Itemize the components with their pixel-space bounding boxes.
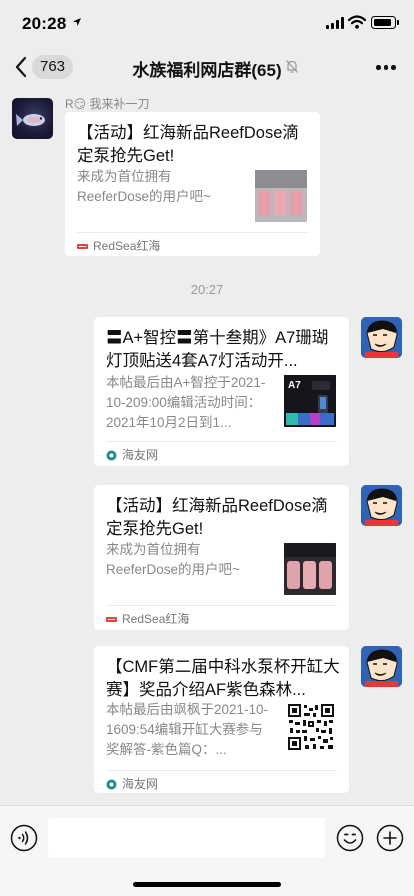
redsea-logo-icon	[106, 612, 117, 623]
time-divider: 20:27	[190, 282, 224, 297]
card-description: 本帖最后由飒枫于2021-10-1609:54编辑开缸大赛参与奖解答-紫色篇Q：…	[106, 702, 269, 757]
wifi-icon	[347, 15, 367, 29]
my-avatar[interactable]	[361, 317, 402, 358]
card-divider	[106, 441, 337, 442]
card-title: 【活动】红海新品ReefDose滴定泵抢先Get!	[77, 124, 299, 165]
sender-avatar[interactable]	[12, 98, 53, 139]
home-indicator	[133, 882, 281, 887]
message-input[interactable]	[48, 818, 325, 858]
card-source: RedSea红海	[122, 612, 190, 626]
bell-off-icon	[285, 59, 299, 74]
status-bar: 20:28	[0, 0, 414, 46]
card-thumbnail: A7	[284, 375, 336, 427]
card-source: 海友网	[122, 777, 159, 791]
link-card[interactable]: 〓A+智控〓第十叁期》A7珊瑚灯顶贴送4套A7灯活动开... 本帖最后由A+智控…	[94, 317, 349, 466]
my-avatar[interactable]	[361, 646, 402, 687]
cellular-signal-icon	[326, 17, 344, 29]
card-divider	[106, 605, 337, 606]
card-divider	[106, 770, 337, 771]
voice-icon[interactable]	[10, 824, 38, 852]
card-divider	[77, 232, 308, 233]
link-card[interactable]: 【活动】红海新品ReefDose滴定泵抢先Get! 来成为首位拥有ReeferD…	[94, 485, 349, 630]
card-description: 本帖最后由A+智控于2021-10-209:00编辑活动时间：2021年10月2…	[106, 375, 266, 430]
card-thumbnail	[255, 170, 307, 222]
card-title: 【CMF第二届中科水泵杯开缸大赛】奖品介绍AF紫色森林...	[106, 658, 340, 699]
card-source: RedSea红海	[93, 239, 161, 253]
qr-code-thumbnail	[287, 703, 335, 751]
card-description: 来成为首位拥有ReeferDose的用户吧~	[77, 169, 211, 204]
battery-icon	[371, 16, 399, 29]
card-title: 【活动】红海新品ReefDose滴定泵抢先Get!	[106, 497, 328, 538]
card-description: 来成为首位拥有ReeferDose的用户吧~	[106, 542, 240, 577]
card-title: 〓A+智控〓第十叁期》A7珊瑚灯顶贴送4套A7灯活动开...	[106, 329, 329, 370]
chat-title: 水族福利网店群(65)	[132, 61, 282, 80]
chat-header: 763 水族福利网店群(65)	[0, 46, 414, 88]
more-dots-icon[interactable]	[376, 65, 396, 70]
link-card[interactable]: 【CMF第二届中科水泵杯开缸大赛】奖品介绍AF紫色森林... 本帖最后由飒枫于2…	[94, 646, 349, 793]
emoji-icon[interactable]	[336, 824, 364, 852]
location-arrow-icon	[72, 17, 82, 30]
card-thumbnail	[284, 543, 336, 595]
sender-name: R😏 我来补一刀	[65, 97, 150, 111]
thumb-logo-text: A7	[288, 380, 301, 391]
status-time: 20:28	[22, 14, 67, 33]
redsea-logo-icon	[77, 239, 88, 250]
haiyou-logo-icon	[106, 448, 117, 461]
my-avatar[interactable]	[361, 485, 402, 526]
card-source: 海友网	[122, 448, 159, 462]
plus-icon[interactable]	[376, 824, 404, 852]
haiyou-logo-icon	[106, 777, 117, 790]
link-card[interactable]: 【活动】红海新品ReefDose滴定泵抢先Get! 来成为首位拥有ReeferD…	[65, 112, 320, 256]
